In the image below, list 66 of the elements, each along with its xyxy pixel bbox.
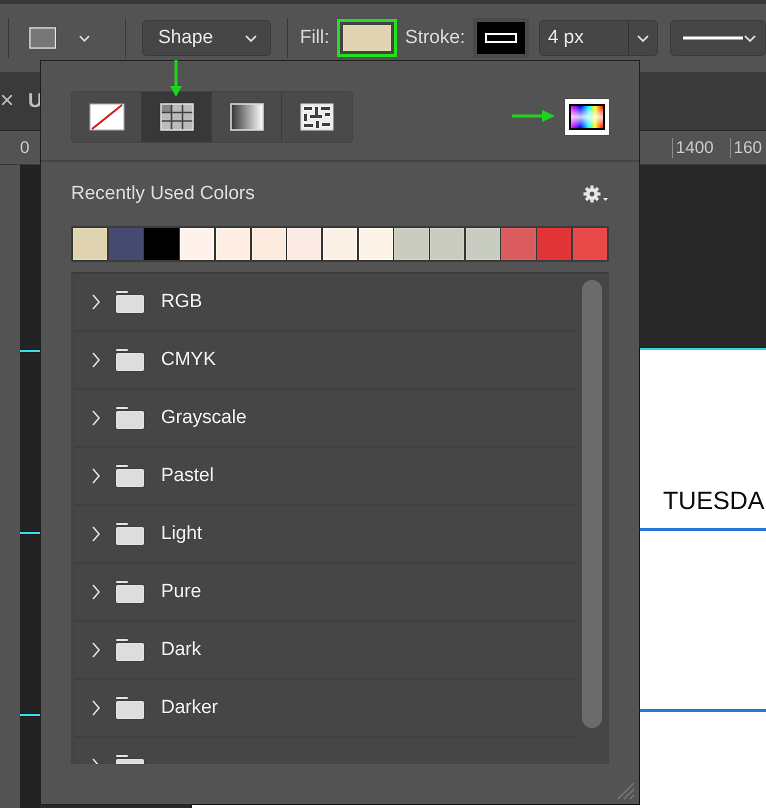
folder-icon (115, 580, 145, 604)
no-fill-icon (88, 103, 124, 131)
color-swatch[interactable] (322, 228, 358, 260)
folder-icon (115, 464, 145, 488)
pattern-fill-button[interactable] (282, 92, 352, 142)
chevron-icon[interactable] (91, 583, 101, 601)
chevron-icon[interactable] (91, 525, 101, 543)
folder-icon (115, 406, 145, 430)
annotation-arrow (512, 109, 556, 123)
color-swatch[interactable] (394, 228, 429, 260)
folder-icon (115, 522, 145, 546)
mode-dropdown[interactable]: Shape (142, 20, 271, 56)
color-swatch[interactable] (73, 228, 108, 260)
color-spectrum-icon (569, 104, 605, 130)
folder-icon (115, 290, 145, 314)
caret-icon (244, 34, 258, 42)
none-fill-button[interactable] (72, 92, 142, 142)
color-swatch[interactable] (430, 228, 464, 260)
chevron-icon[interactable] (91, 293, 101, 311)
rectangle-outline-icon (484, 30, 518, 46)
color-swatch[interactable] (287, 228, 322, 260)
line-style-dropdown[interactable] (670, 20, 766, 56)
ruler-label: 1400 (672, 138, 714, 158)
folder-icon (115, 348, 145, 372)
resize-grip-icon[interactable] (615, 780, 635, 800)
stroke-width-field[interactable]: 4 px (538, 20, 658, 56)
close-icon[interactable]: × (0, 87, 14, 115)
color-swatch[interactable] (108, 228, 143, 260)
color-swatch[interactable] (501, 228, 536, 260)
rectangle-icon[interactable] (28, 26, 56, 50)
color-picker-button[interactable] (565, 99, 609, 135)
chevron-icon[interactable] (91, 641, 101, 659)
settings-icon[interactable] (583, 184, 609, 204)
chevron-icon[interactable] (91, 467, 101, 485)
fill-label: Fill: (300, 27, 330, 49)
color-swatch[interactable] (216, 228, 250, 260)
chevron-icon[interactable] (91, 351, 101, 369)
scrollbar-thumb[interactable] (582, 280, 602, 728)
folder-icon (115, 638, 145, 662)
color-swatch[interactable] (466, 228, 500, 260)
stroke-swatch[interactable] (473, 18, 529, 58)
color-swatch[interactable] (537, 228, 572, 260)
caret-icon (743, 34, 758, 42)
gradient-fill-button[interactable] (212, 92, 282, 142)
solid-fill-button[interactable] (142, 92, 212, 142)
ruler-label: 0 (20, 138, 30, 158)
color-swatch[interactable] (252, 228, 286, 260)
color-swatch[interactable] (180, 228, 214, 260)
section-title: Recently Used Colors (71, 183, 255, 205)
day-heading: TUESDA (663, 487, 764, 516)
stroke-label: Stroke: (405, 27, 466, 49)
folder-icon (115, 696, 145, 720)
color-swatch[interactable] (144, 228, 179, 260)
color-swatch[interactable] (358, 228, 393, 260)
pattern-icon (300, 103, 334, 131)
caret-icon[interactable] (78, 34, 92, 42)
solid-line-icon (683, 35, 744, 41)
caret-icon[interactable] (636, 34, 650, 42)
gradient-icon (230, 103, 264, 131)
chevron-icon[interactable] (91, 409, 101, 427)
ruler-label: 160 (730, 138, 762, 158)
color-swatch[interactable] (572, 228, 608, 260)
annotation-arrow (169, 60, 183, 98)
grid-icon (160, 103, 194, 131)
fill-swatch[interactable] (337, 19, 398, 57)
chevron-icon[interactable] (91, 699, 101, 717)
